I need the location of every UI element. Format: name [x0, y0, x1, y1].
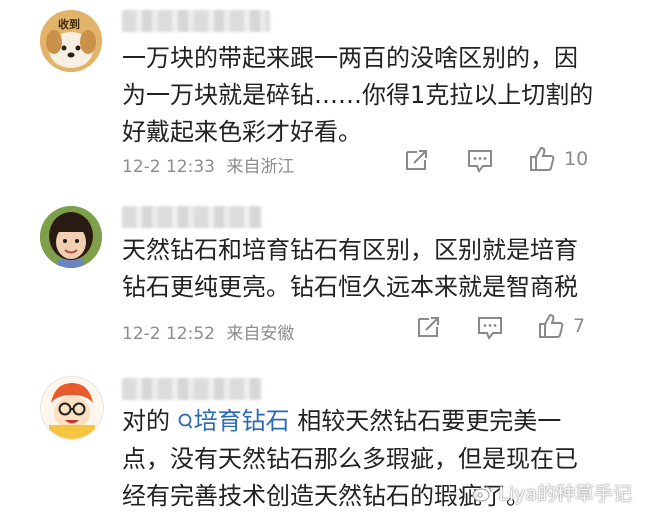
comment-button[interactable]	[476, 315, 504, 341]
comment-meta: 12-2 12:33 来自浙江	[122, 152, 294, 177]
share-button[interactable]	[404, 148, 430, 172]
username-blurred[interactable]	[122, 10, 270, 32]
comment-icon	[468, 150, 492, 173]
comment-line: 天然钻石和培育钻石有区别，区别就是培育	[122, 236, 578, 264]
comment-line: 一万块的带起来跟一两百的没啥区别的，因	[122, 44, 578, 72]
search-icon	[178, 404, 194, 441]
timestamp: 12-2 12:52	[122, 324, 215, 344]
share-icon	[418, 317, 439, 337]
comment-text-suffix: 相较天然钻石要更完美一	[289, 407, 562, 435]
location: 来自浙江	[226, 157, 295, 177]
watermark-text: Liya的种草手记	[498, 483, 632, 505]
thumbs-up-icon	[539, 313, 564, 338]
username-blurred[interactable]	[122, 206, 262, 228]
share-icon	[406, 150, 427, 170]
comment-line: 钻石更纯更亮。钻石恒久远本来就是智商税	[122, 273, 578, 301]
comment-line: 为一万块就是碎钻……你得1克拉以上切割的	[122, 81, 594, 109]
topic-link[interactable]: 培育钻石	[178, 407, 290, 435]
comment-meta: 12-2 12:52 来自安徽	[122, 319, 294, 344]
comment-text-prefix: 对的	[122, 407, 178, 435]
comment-text: 天然钻石和培育钻石有区别，区别就是培育 钻石更纯更亮。钻石恒久远本来就是智商税	[122, 232, 622, 306]
comment-text: 一万块的带起来跟一两百的没啥区别的，因 为一万块就是碎钻……你得1克拉以上切割的…	[122, 40, 622, 151]
watermark: Liya的种草手记	[472, 479, 632, 506]
avatar-caption: 收到	[58, 18, 80, 31]
girl-avatar-icon	[40, 206, 102, 268]
username-blurred[interactable]	[122, 378, 262, 400]
comment-line: 对的 培育钻石 相较天然钻石要更完美一	[122, 403, 622, 441]
like-count: 7	[573, 315, 586, 337]
like-button[interactable]: 7	[537, 312, 585, 340]
timestamp: 12-2 12:33	[122, 157, 215, 177]
comment-line: 点，没有天然钻石那么多瑕疵，但是现在已	[122, 444, 578, 473]
thumbs-up-icon	[530, 146, 555, 171]
comment-button[interactable]	[466, 148, 494, 174]
weibo-logo-icon	[472, 485, 492, 501]
like-button[interactable]: 10	[528, 145, 588, 173]
avatar[interactable]	[40, 206, 102, 268]
avatar[interactable]: 收到	[40, 10, 102, 72]
location: 来自安徽	[226, 324, 295, 344]
avatar[interactable]	[40, 376, 104, 440]
topic-link-label: 培育钻石	[193, 407, 290, 435]
like-count: 10	[564, 148, 589, 170]
share-button[interactable]	[416, 315, 442, 339]
comment-icon	[478, 317, 502, 340]
cartoon-avatar-icon	[41, 377, 103, 439]
